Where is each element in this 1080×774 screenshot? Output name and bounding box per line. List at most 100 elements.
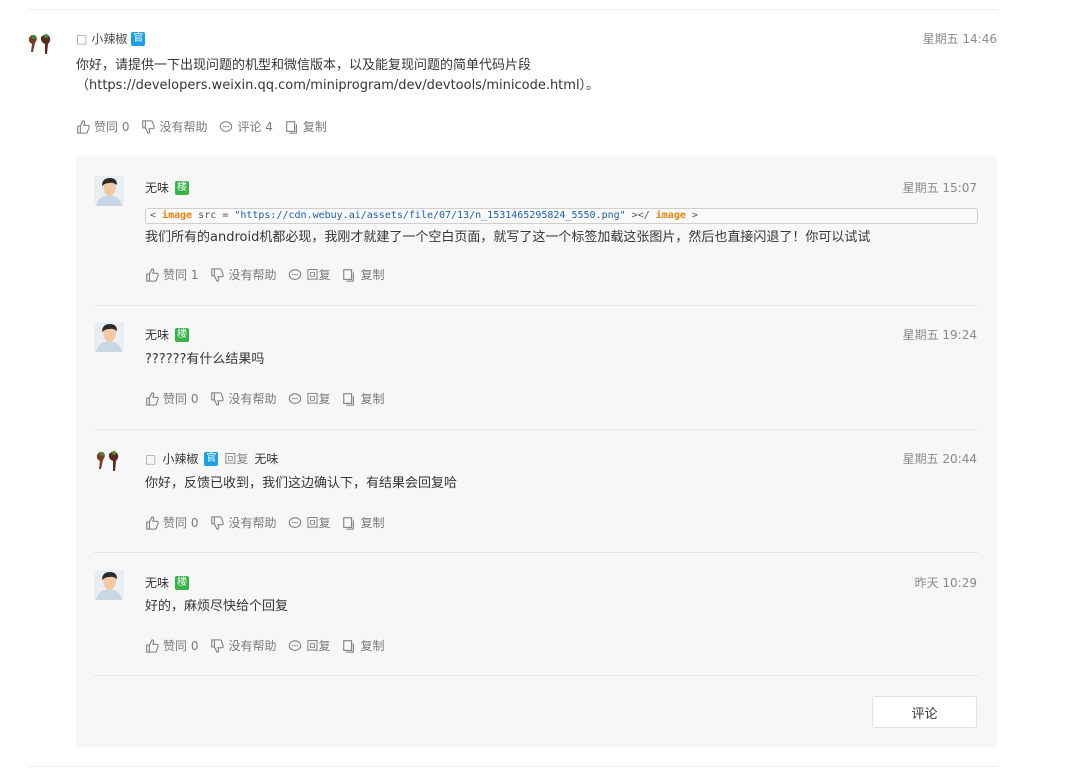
thumbs-up-icon: [146, 267, 159, 282]
bottom-divider: [28, 766, 997, 767]
reply-label: 回复: [306, 516, 331, 530]
comment-count-button[interactable]: 评论 4: [219, 118, 273, 135]
speech-bubble-icon: [289, 639, 302, 651]
copy-label: 复制: [360, 268, 385, 282]
like-button[interactable]: 赞同 0: [145, 514, 198, 531]
post-actions: 赞同 0 没有帮助 评论 4 复制: [76, 118, 327, 135]
unhelpful-button[interactable]: 没有帮助: [210, 266, 276, 283]
reply-to-label: 回复: [224, 452, 249, 466]
unhelpful-label: 没有帮助: [228, 392, 277, 406]
unhelpful-label: 没有帮助: [159, 120, 208, 134]
reply-time: 星期五 19:24: [902, 328, 977, 342]
like-label: 赞同 0: [94, 120, 130, 134]
reply-actions: 赞同 0 没有帮助 回复 复制: [145, 514, 385, 531]
reply-button[interactable]: 回复: [288, 637, 330, 654]
reply-author-name[interactable]: 无味: [145, 574, 169, 591]
like-label: 赞同 1: [163, 268, 199, 282]
reply-to-user[interactable]: 无味: [254, 450, 278, 467]
copy-button[interactable]: 复制: [285, 118, 327, 135]
like-label: 赞同 0: [163, 392, 199, 406]
reply-actions: 赞同 0 没有帮助 回复 复制: [145, 390, 385, 407]
reply-divider: [94, 675, 978, 676]
unhelpful-button[interactable]: 没有帮助: [210, 637, 276, 654]
top-divider: [28, 9, 997, 10]
reply-label: 回复: [306, 392, 331, 406]
unhelpful-button[interactable]: 没有帮助: [141, 118, 207, 135]
code-attr: src =: [192, 210, 235, 221]
reply-author-name[interactable]: 无味: [145, 326, 169, 343]
unhelpful-label: 没有帮助: [228, 639, 277, 653]
thumbs-up-icon: [146, 391, 159, 406]
unhelpful-button[interactable]: 没有帮助: [210, 390, 276, 407]
comment-count-label: 评论 4: [237, 120, 273, 134]
reply-button[interactable]: 回复: [288, 514, 330, 531]
reply-author-row: 无味 楼: [145, 179, 190, 196]
copy-icon: [343, 392, 355, 406]
post-author-prefix: □: [76, 31, 88, 46]
reply-author-name[interactable]: 小辣椒: [162, 450, 198, 467]
reply-label: 回复: [306, 268, 331, 282]
post-author-row: □ 小辣椒 官: [76, 30, 146, 47]
official-avatar[interactable]: [94, 447, 124, 477]
reply-label: 回复: [306, 639, 331, 653]
reply-divider: [94, 552, 978, 553]
thumbs-down-icon: [142, 119, 156, 134]
code-mid: ></: [625, 210, 656, 221]
reply-author-row: 无味 楼: [145, 326, 190, 343]
official-badge: 官: [131, 31, 146, 46]
user-avatar[interactable]: [94, 570, 124, 600]
code-snippet: < image src = "https://cdn.webuy.ai/asse…: [145, 208, 978, 224]
unhelpful-label: 没有帮助: [228, 516, 277, 530]
reply-time: 昨天 10:29: [914, 576, 977, 590]
like-button[interactable]: 赞同 0: [76, 118, 129, 135]
reply-text: 你好，反馈已收到，我们这边确认下，有结果会回复哈: [145, 476, 458, 491]
reply-author-prefix: □: [145, 451, 157, 466]
unhelpful-button[interactable]: 没有帮助: [210, 514, 276, 531]
copy-label: 复制: [360, 392, 385, 406]
post-author-name[interactable]: 小辣椒: [91, 30, 127, 47]
like-label: 赞同 0: [163, 516, 199, 530]
reply-time: 星期五 15:07: [902, 181, 977, 195]
floor-badge: 楼: [175, 180, 190, 195]
reply-actions: 赞同 0 没有帮助 回复 复制: [145, 637, 385, 654]
thumbs-down-icon: [211, 267, 225, 282]
copy-label: 复制: [360, 516, 385, 530]
copy-button[interactable]: 复制: [342, 266, 385, 283]
like-button[interactable]: 赞同 0: [145, 390, 198, 407]
code-value: "https://cdn.webuy.ai/assets/file/07/13/…: [234, 210, 626, 221]
reply-time: 星期五 20:44: [902, 452, 977, 466]
copy-button[interactable]: 复制: [342, 637, 385, 654]
code-tag: image: [162, 210, 193, 221]
reply-text: ??????有什么结果吗: [145, 352, 265, 367]
copy-button[interactable]: 复制: [342, 390, 385, 407]
code-open: <: [150, 210, 163, 221]
thumbs-down-icon: [211, 391, 225, 406]
post-link[interactable]: （https://developers.weixin.qq.com/minipr…: [76, 76, 599, 96]
reply-text: 我们所有的android机都必现，我刚才就建了一个空白页面，就写了这一个标签加载…: [145, 230, 871, 245]
thumbs-down-icon: [211, 638, 225, 653]
copy-icon: [343, 268, 355, 282]
user-avatar[interactable]: [94, 322, 124, 352]
like-button[interactable]: 赞同 0: [145, 637, 198, 654]
reply-actions: 赞同 1 没有帮助 回复 复制: [145, 266, 385, 283]
speech-bubble-icon: [289, 392, 302, 404]
unhelpful-label: 没有帮助: [228, 268, 277, 282]
speech-bubble-icon: [289, 268, 302, 280]
reply-button[interactable]: 回复: [288, 390, 330, 407]
reply-author-row: 无味 楼: [145, 574, 190, 591]
code-close-tag: image: [655, 210, 686, 221]
post-body: 你好，请提供一下出现问题的机型和微信版本，以及能复现问题的简单代码片段: [76, 58, 532, 73]
like-label: 赞同 0: [163, 639, 199, 653]
copy-button[interactable]: 复制: [342, 514, 385, 531]
post-time: 星期五 14:46: [922, 32, 997, 46]
code-end: >: [685, 210, 698, 221]
reply-button[interactable]: 回复: [288, 266, 330, 283]
like-button[interactable]: 赞同 1: [145, 266, 198, 283]
copy-label: 复制: [360, 639, 385, 653]
user-avatar[interactable]: [94, 176, 124, 206]
reply-divider: [94, 429, 978, 430]
reply-author-name[interactable]: 无味: [145, 179, 169, 196]
comment-button[interactable]: 评论: [872, 696, 977, 728]
official-avatar[interactable]: [26, 30, 56, 60]
thumbs-down-icon: [211, 515, 225, 530]
